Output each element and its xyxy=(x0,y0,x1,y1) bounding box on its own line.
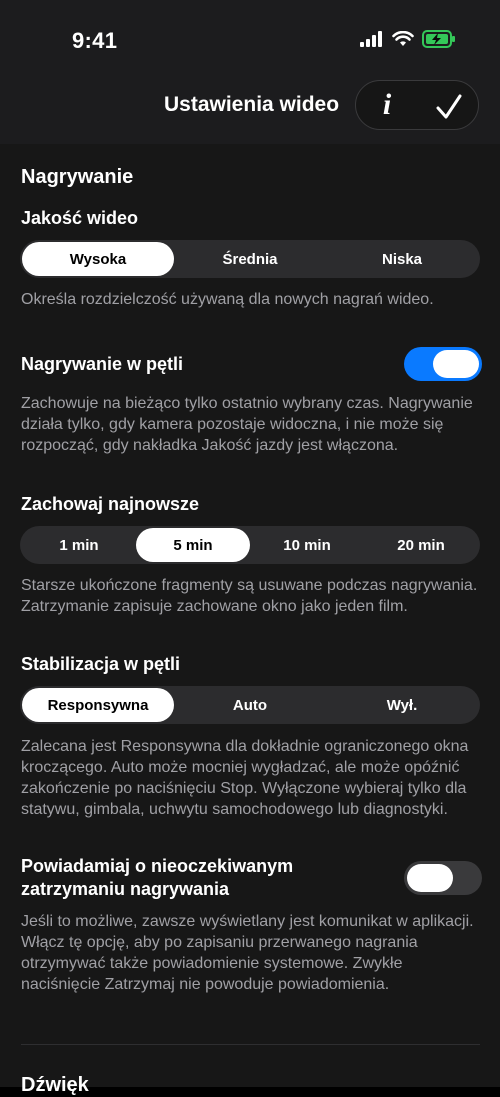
section-divider xyxy=(21,1044,480,1045)
notify-stop-toggle[interactable] xyxy=(404,861,482,895)
stabilization-option-off[interactable]: Wył. xyxy=(326,688,478,722)
status-icons xyxy=(360,30,456,48)
keep-option-5min[interactable]: 5 min xyxy=(136,528,250,562)
loop-recording-toggle[interactable] xyxy=(404,347,482,381)
video-quality-description: Określa rozdzielczość używaną dla nowych… xyxy=(21,291,434,308)
loop-stabilization-label: Stabilizacja w pętli xyxy=(21,654,181,674)
checkmark-icon xyxy=(436,94,462,119)
quality-option-low[interactable]: Niska xyxy=(326,242,478,276)
video-quality-segmented[interactable]: Wysoka Średnia Niska xyxy=(20,240,480,278)
loop-recording-description: Zachowuje na bieżąco tylko ostatnio wybr… xyxy=(21,395,473,454)
page-title: Ustawienia wideo xyxy=(164,93,340,116)
keep-latest-description: Starsze ukończone fragmenty są usuwane p… xyxy=(21,577,478,615)
toggle-knob xyxy=(433,350,479,378)
info-button[interactable]: i xyxy=(364,84,410,126)
stabilization-option-responsive[interactable]: Responsywna xyxy=(22,688,174,722)
keep-option-1min[interactable]: 1 min xyxy=(22,528,136,562)
battery-charging-icon xyxy=(422,30,455,48)
loop-recording-label: Nagrywanie w pętli xyxy=(21,354,184,374)
status-time: 9:41 xyxy=(72,28,118,53)
loop-stabilization-segmented[interactable]: Responsywna Auto Wył. xyxy=(20,686,480,724)
stabilization-option-auto[interactable]: Auto xyxy=(174,688,326,722)
status-bar: 9:41 xyxy=(0,0,500,80)
keep-option-20min[interactable]: 20 min xyxy=(364,528,478,562)
keep-latest-label: Zachowaj najnowsze xyxy=(21,494,200,514)
notify-stop-label-line2: zatrzymaniu nagrywania xyxy=(21,879,230,899)
toggle-knob xyxy=(407,864,453,892)
wifi-icon xyxy=(392,31,414,46)
settings-content[interactable]: Nagrywanie Jakość wideo Wysoka Średnia N… xyxy=(0,144,500,1096)
notify-stop-label-line1: Powiadamiaj o nieoczekiwanym xyxy=(21,856,294,876)
done-button[interactable] xyxy=(426,87,472,127)
nav-actions: i xyxy=(355,80,479,130)
section-title-sound: Dźwięk xyxy=(21,1074,89,1096)
quality-option-high[interactable]: Wysoka xyxy=(22,242,174,276)
section-title-recording: Nagrywanie xyxy=(21,166,134,188)
loop-stabilization-description: Zalecana jest Responsywna dla dokładnie … xyxy=(21,738,469,818)
keep-option-10min[interactable]: 10 min xyxy=(250,528,364,562)
quality-option-medium[interactable]: Średnia xyxy=(174,242,326,276)
signal-icon xyxy=(360,31,382,47)
video-quality-label: Jakość wideo xyxy=(21,208,139,228)
keep-latest-segmented[interactable]: 1 min 5 min 10 min 20 min xyxy=(20,526,480,564)
nav-bar: Ustawienia wideo i xyxy=(0,80,500,144)
notify-stop-description: Jeśli to możliwe, zawsze wyświetlany jes… xyxy=(21,913,474,993)
info-icon: i xyxy=(382,88,392,121)
